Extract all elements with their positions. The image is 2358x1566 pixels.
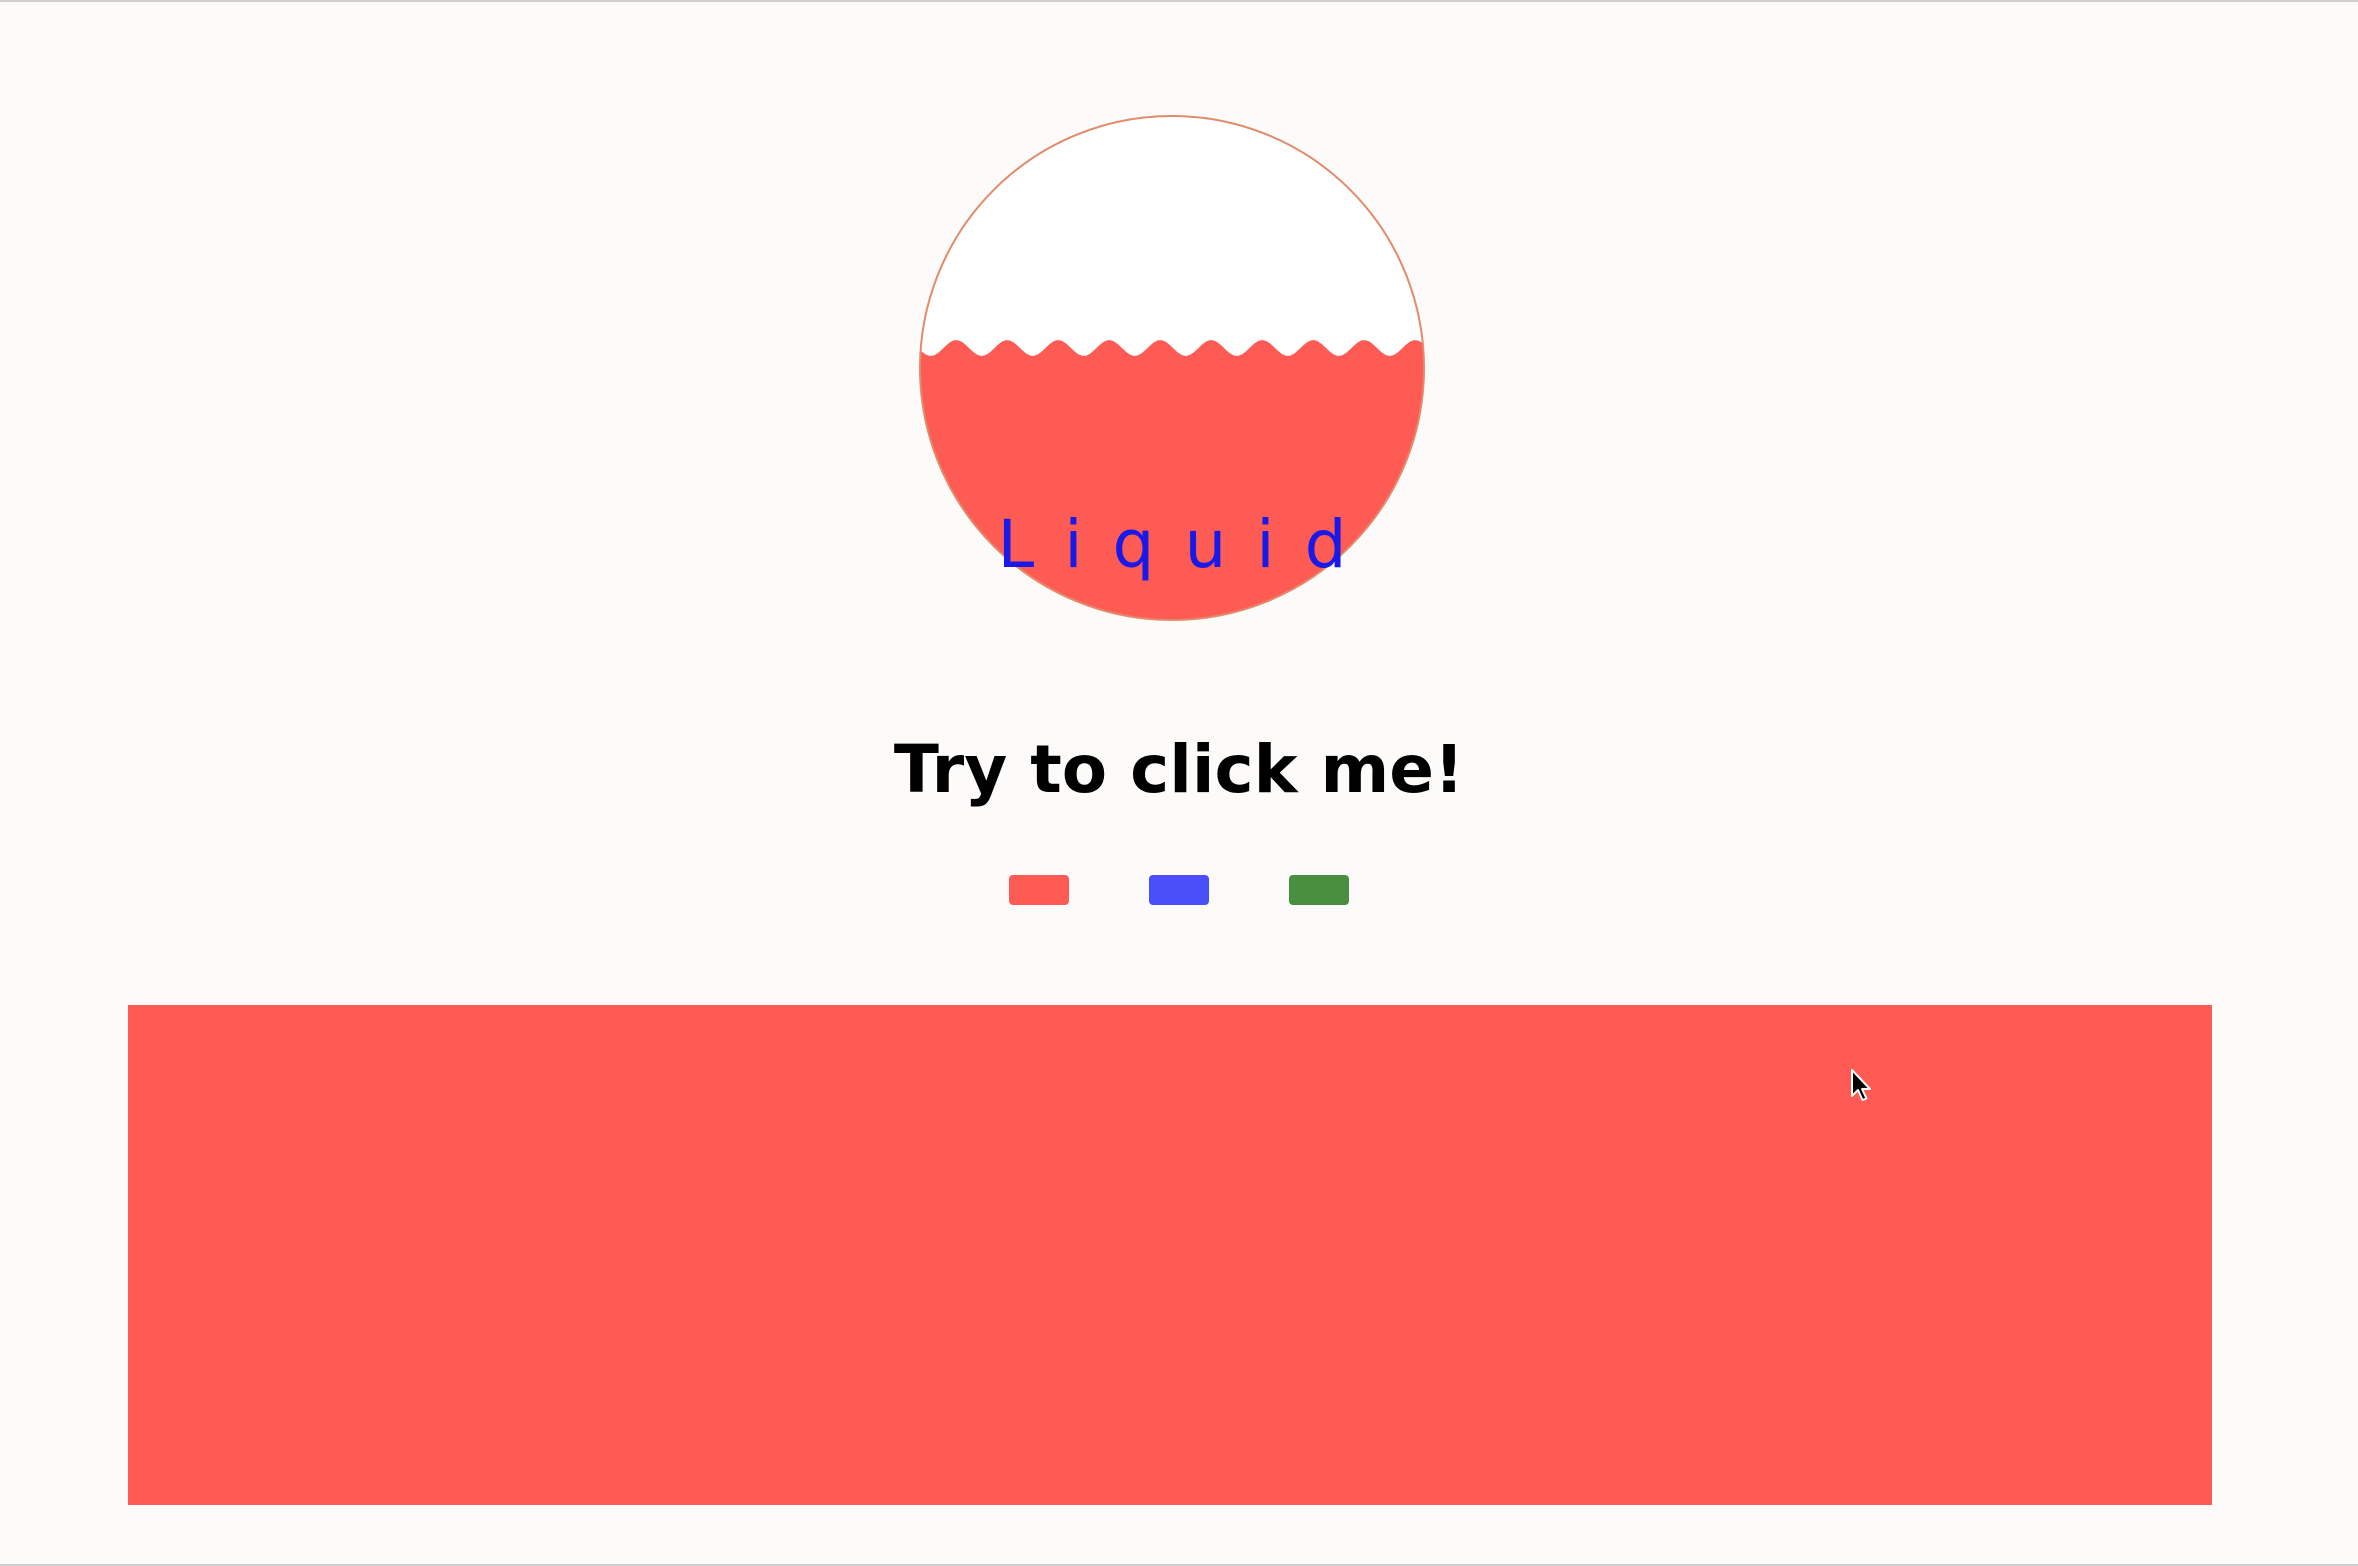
liquid-fill-widget[interactable]: Liquid bbox=[918, 114, 1426, 622]
click-me-heading[interactable]: Try to click me! bbox=[0, 730, 2358, 809]
page: Liquid Try to click me! bbox=[0, 0, 2358, 1566]
color-swatches bbox=[0, 875, 2358, 905]
liquid-circle bbox=[919, 115, 1425, 621]
swatch-red-button[interactable] bbox=[1009, 875, 1069, 905]
color-panel bbox=[128, 1005, 2212, 1505]
swatch-green-button[interactable] bbox=[1289, 875, 1349, 905]
swatch-blue-button[interactable] bbox=[1149, 875, 1209, 905]
liquid-wave bbox=[920, 340, 1424, 620]
